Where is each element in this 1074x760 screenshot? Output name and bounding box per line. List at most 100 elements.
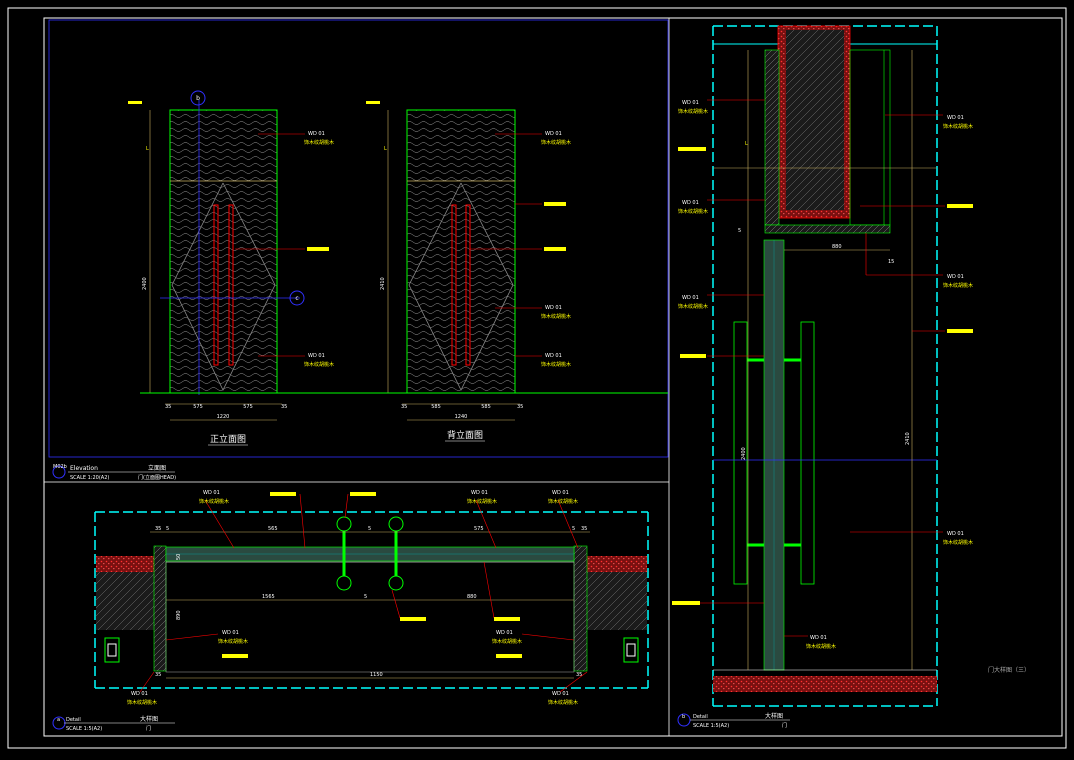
front-door-panel (169, 109, 278, 394)
svg-text:WD 01: WD 01 (810, 635, 827, 641)
sheet-title: 门大样图（三） (988, 666, 1030, 674)
svg-text:门: 门 (146, 725, 151, 732)
svg-text:WD 01: WD 01 (682, 295, 699, 301)
detail-plan: 35 5 565 5 575 5 35 1565 5 880 1150 35 3… (94, 490, 649, 706)
elevation-caption: M02b Elevation SCALE 1:20(A2) 立面图 门(立面图H… (52, 464, 176, 481)
svg-text:饰木纹胡桃木: 饰木纹胡桃木 (943, 539, 973, 546)
svg-text:b: b (682, 714, 685, 720)
svg-text:大样图: 大样图 (140, 715, 158, 723)
svg-text:565: 565 (268, 526, 278, 532)
svg-text:立面图: 立面图 (148, 464, 166, 472)
svg-text:WD 01: WD 01 (471, 490, 488, 496)
svg-text:饰木纹胡桃木: 饰木纹胡桃木 (548, 699, 578, 706)
material-tag-bar (544, 202, 566, 206)
svg-text:饰木纹胡桃木: 饰木纹胡桃木 (541, 139, 571, 146)
svg-text:WD 01: WD 01 (545, 353, 562, 359)
svg-text:WD 01: WD 01 (682, 100, 699, 106)
svg-text:575: 575 (474, 526, 484, 532)
detail-section: L 2400 2410 880 15 5 WD 01 饰木纹胡桃木 WD 01 … (672, 25, 973, 707)
svg-text:a: a (57, 717, 60, 723)
svg-text:饰木纹胡桃木: 饰木纹胡桃木 (678, 303, 708, 310)
svg-text:5: 5 (364, 594, 367, 600)
svg-text:门: 门 (782, 722, 787, 729)
outer-frame (7, 7, 1067, 749)
svg-text:35: 35 (581, 526, 587, 532)
svg-text:SCALE 1:5(A2): SCALE 1:5(A2) (693, 723, 729, 729)
svg-text:L: L (384, 146, 387, 152)
material-tag-bar (947, 329, 973, 333)
front-elevation-title: 正立面图 (210, 433, 246, 445)
cad-canvas: b c L 2400 35 575 575 35 1220 正立面图 WD 01… (7, 7, 1067, 749)
svg-text:WD 01: WD 01 (947, 115, 964, 121)
svg-text:Detail: Detail (693, 714, 708, 720)
marker-c-label: c (295, 295, 298, 302)
back-door-panel (406, 109, 516, 394)
svg-text:WD 01: WD 01 (545, 131, 562, 137)
svg-text:35: 35 (155, 672, 161, 678)
svg-text:饰木纹胡桃木: 饰木纹胡桃木 (199, 498, 229, 505)
svg-text:WD 01: WD 01 (222, 630, 239, 636)
back-height-dim: 2410 (380, 277, 386, 290)
svg-text:饰木纹胡桃木: 饰木纹胡桃木 (806, 643, 836, 650)
svg-text:门(立面图HEAD): 门(立面图HEAD) (138, 474, 176, 481)
svg-text:5: 5 (738, 228, 741, 234)
svg-text:890: 890 (176, 610, 182, 620)
svg-text:35: 35 (165, 404, 171, 410)
svg-text:WD 01: WD 01 (552, 490, 569, 496)
material-tag-bar (307, 247, 329, 251)
material-tag-bar (678, 147, 706, 151)
svg-text:35: 35 (517, 404, 523, 410)
svg-text:WD 01: WD 01 (545, 305, 562, 311)
svg-text:50: 50 (176, 554, 182, 560)
svg-text:饰木纹胡桃木: 饰木纹胡桃木 (127, 699, 157, 706)
floor-slab-section (713, 676, 937, 692)
svg-text:35: 35 (576, 672, 582, 678)
svg-text:585: 585 (481, 404, 491, 410)
svg-text:WD 01: WD 01 (552, 691, 569, 697)
svg-text:饰木纹胡桃木: 饰木纹胡桃木 (548, 498, 578, 505)
material-tag-bar (222, 654, 248, 658)
material-tag-bar (680, 354, 706, 358)
svg-text:饰木纹胡桃木: 饰木纹胡桃木 (218, 638, 248, 645)
svg-text:35: 35 (155, 526, 161, 532)
material-tag-bar (270, 492, 296, 496)
svg-text:2410: 2410 (905, 432, 911, 445)
svg-text:M02b: M02b (53, 464, 67, 470)
svg-text:5: 5 (368, 526, 371, 532)
svg-text:5: 5 (166, 526, 169, 532)
svg-text:SCALE 1:5(A2): SCALE 1:5(A2) (66, 726, 102, 732)
svg-text:WD 01: WD 01 (947, 531, 964, 537)
material-tag-bar (494, 617, 520, 621)
svg-text:5: 5 (572, 526, 575, 532)
svg-text:575: 575 (193, 404, 203, 410)
back-elevation-title: 背立面图 (447, 429, 483, 441)
material-tag-bar (672, 601, 700, 605)
svg-text:35: 35 (281, 404, 287, 410)
svg-text:575: 575 (243, 404, 253, 410)
svg-text:饰木纹胡桃木: 饰木纹胡桃木 (304, 139, 334, 146)
material-tag-bar (496, 654, 522, 658)
svg-text:Elevation: Elevation (70, 465, 98, 472)
svg-text:饰木纹胡桃木: 饰木纹胡桃木 (492, 638, 522, 645)
svg-text:1565: 1565 (262, 594, 275, 600)
svg-text:饰木纹胡桃木: 饰木纹胡桃木 (467, 498, 497, 505)
front-height-dim: 2400 (142, 277, 148, 290)
svg-text:SCALE 1:20(A2): SCALE 1:20(A2) (70, 475, 109, 481)
svg-text:大样图: 大样图 (765, 712, 783, 720)
svg-text:880: 880 (467, 594, 477, 600)
cad-drawing-sheet: b c L 2400 35 575 575 35 1220 正立面图 WD 01… (0, 0, 1074, 756)
detail-section-caption: b Detail SCALE 1:5(A2) 大样图 门 (677, 712, 790, 729)
svg-text:1240: 1240 (455, 414, 468, 420)
svg-text:WD 01: WD 01 (308, 353, 325, 359)
material-tag-bar (350, 492, 376, 496)
svg-text:15: 15 (888, 259, 894, 265)
svg-text:880: 880 (832, 244, 842, 250)
section-handle-right (800, 321, 815, 585)
svg-text:WD 01: WD 01 (496, 630, 513, 636)
material-tag-bar (947, 204, 973, 208)
svg-text:WD 01: WD 01 (947, 274, 964, 280)
svg-text:饰木纹胡桃木: 饰木纹胡桃木 (678, 208, 708, 215)
svg-text:饰木纹胡桃木: 饰木纹胡桃木 (541, 361, 571, 368)
svg-text:1150: 1150 (370, 672, 383, 678)
svg-text:L: L (745, 141, 748, 147)
